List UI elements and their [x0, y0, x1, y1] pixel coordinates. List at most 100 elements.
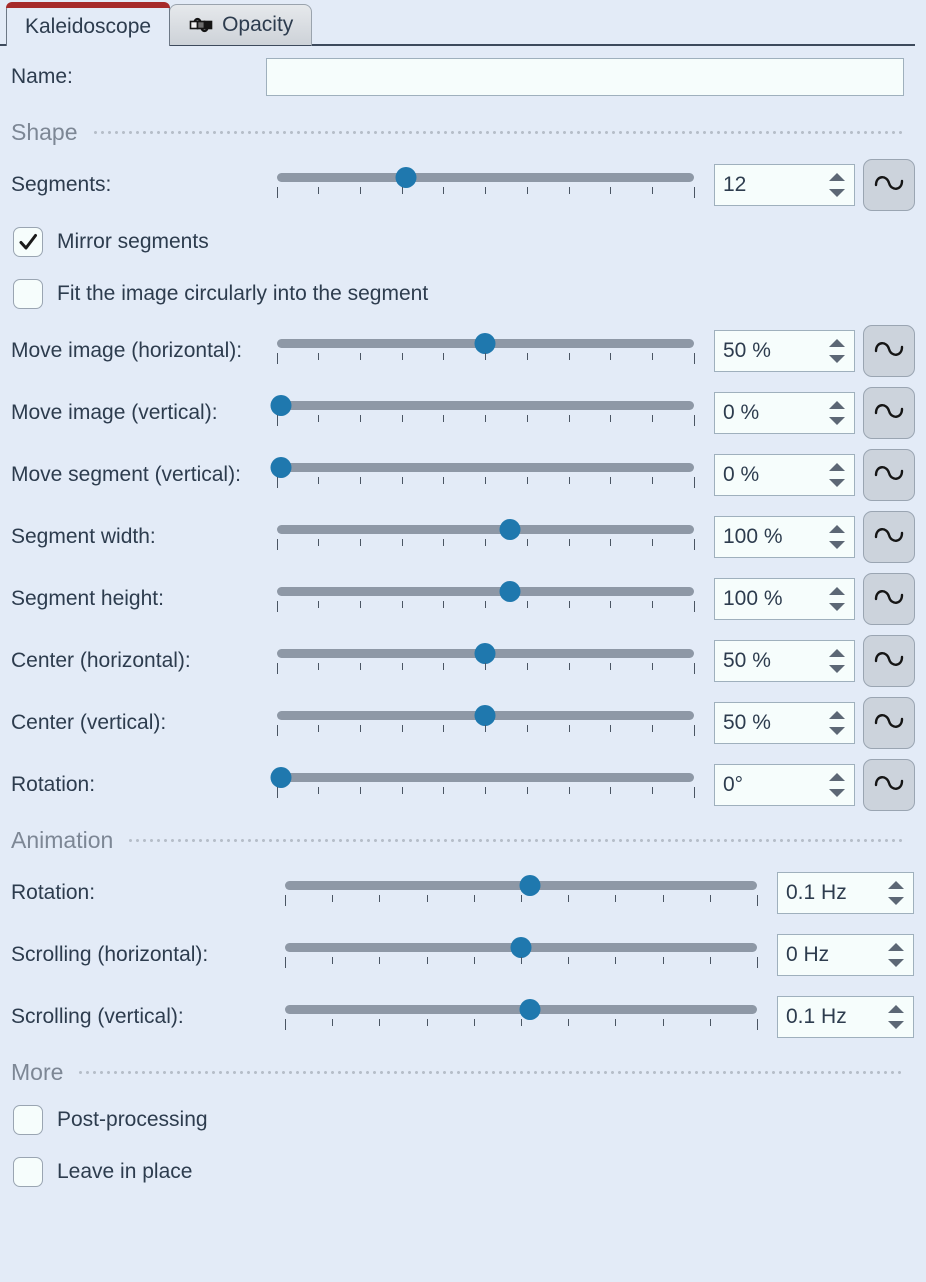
spinner-up-arrow-icon[interactable]: [888, 881, 904, 889]
spinbox-arrows[interactable]: [888, 935, 904, 975]
spinbox-arrows[interactable]: [829, 517, 845, 557]
slider[interactable]: [276, 331, 695, 371]
spinner-up-arrow-icon[interactable]: [888, 943, 904, 951]
slider[interactable]: [276, 165, 695, 205]
spinbox-arrows[interactable]: [888, 997, 904, 1037]
checkbox-leave-in-place[interactable]: [13, 1157, 43, 1187]
sine-wave-icon: [872, 584, 906, 615]
spinbox[interactable]: 0.1 Hz: [777, 872, 914, 914]
sine-wave-button[interactable]: [863, 387, 915, 439]
section-title-animation: Animation: [11, 826, 114, 853]
slider[interactable]: [285, 873, 758, 913]
spinner-down-arrow-icon[interactable]: [829, 665, 845, 673]
slider[interactable]: [276, 641, 695, 681]
slider-handle[interactable]: [270, 395, 292, 416]
spinbox[interactable]: 0 %: [714, 454, 855, 496]
spinner-up-arrow-icon[interactable]: [829, 173, 845, 181]
slider[interactable]: [270, 765, 695, 805]
slider[interactable]: [276, 703, 695, 743]
spinbox-arrows[interactable]: [829, 393, 845, 433]
slider-handle[interactable]: [510, 937, 532, 958]
spinner-down-arrow-icon[interactable]: [888, 959, 904, 967]
spinbox[interactable]: 0.1 Hz: [777, 996, 914, 1038]
sine-wave-button[interactable]: [863, 325, 915, 377]
spinbox-arrows[interactable]: [829, 455, 845, 495]
tab-opacity[interactable]: Opacity: [169, 4, 313, 46]
spinner-down-arrow-icon[interactable]: [829, 355, 845, 363]
spinbox-arrows[interactable]: [829, 331, 845, 371]
checkbox-row-leave-in-place[interactable]: Leave in place: [0, 1146, 915, 1198]
spinbox-arrows[interactable]: [888, 873, 904, 913]
slider-row-shape-2: Move image (vertical): 0 %: [0, 382, 915, 444]
spinner-up-arrow-icon[interactable]: [829, 587, 845, 595]
spinbox[interactable]: 50 %: [714, 702, 855, 744]
spinbox-arrows[interactable]: [829, 703, 845, 743]
slider-row-label: Move image (vertical):: [11, 401, 218, 424]
spinbox-arrows[interactable]: [829, 641, 845, 681]
spinner-up-arrow-icon[interactable]: [829, 711, 845, 719]
spinner-up-arrow-icon[interactable]: [829, 339, 845, 347]
sine-wave-icon: [872, 170, 906, 201]
spinner-down-arrow-icon[interactable]: [829, 417, 845, 425]
tab-kaleidoscope[interactable]: Kaleidoscope: [6, 2, 171, 46]
slider-ticks: [285, 1019, 758, 1031]
spinner-up-arrow-icon[interactable]: [829, 773, 845, 781]
sine-wave-button[interactable]: [863, 449, 915, 501]
slider-handle[interactable]: [499, 581, 521, 602]
spinbox[interactable]: 50 %: [714, 640, 855, 682]
spinner-up-arrow-icon[interactable]: [888, 1005, 904, 1013]
sine-wave-button[interactable]: [863, 573, 915, 625]
spinner-down-arrow-icon[interactable]: [829, 727, 845, 735]
spinner-down-arrow-icon[interactable]: [888, 1021, 904, 1029]
spinbox-arrows[interactable]: [829, 165, 845, 205]
spinbox[interactable]: 50 %: [714, 330, 855, 372]
checkbox-fit-circularly[interactable]: [13, 279, 43, 309]
sine-wave-button[interactable]: [863, 759, 915, 811]
spinner-down-arrow-icon[interactable]: [829, 789, 845, 797]
slider-handle[interactable]: [395, 167, 417, 188]
spinbox[interactable]: 12: [714, 164, 855, 206]
checkbox-row-post-processing[interactable]: Post-processing: [0, 1094, 915, 1146]
sine-wave-button[interactable]: [863, 697, 915, 749]
spinbox[interactable]: 100 %: [714, 578, 855, 620]
spinbox[interactable]: 0°: [714, 764, 855, 806]
spinbox[interactable]: 0 Hz: [777, 934, 914, 976]
slider-handle[interactable]: [474, 333, 496, 354]
spinner-up-arrow-icon[interactable]: [829, 649, 845, 657]
spinner-up-arrow-icon[interactable]: [829, 525, 845, 533]
checkbox-mirror-segments[interactable]: [13, 227, 43, 257]
spinbox[interactable]: 0 %: [714, 392, 855, 434]
spinbox[interactable]: 100 %: [714, 516, 855, 558]
spinbox-arrows[interactable]: [829, 765, 845, 805]
slider-handle[interactable]: [270, 457, 292, 478]
slider-handle[interactable]: [519, 875, 541, 896]
slider[interactable]: [270, 455, 695, 495]
slider[interactable]: [270, 393, 695, 433]
slider-handle[interactable]: [270, 767, 292, 788]
spinner-down-arrow-icon[interactable]: [888, 897, 904, 905]
slider[interactable]: [285, 997, 758, 1037]
spinbox-arrows[interactable]: [829, 579, 845, 619]
checkbox-row-fit-circularly[interactable]: Fit the image circularly into the segmen…: [0, 268, 915, 320]
checkbox-row-mirror-segments[interactable]: Mirror segments: [0, 216, 915, 268]
spinner-down-arrow-icon[interactable]: [829, 189, 845, 197]
slider[interactable]: [276, 579, 695, 619]
slider-track: [276, 401, 694, 410]
slider[interactable]: [285, 935, 758, 975]
spinbox-value: 50 %: [723, 711, 771, 734]
slider-handle[interactable]: [519, 999, 541, 1020]
sine-wave-button[interactable]: [863, 511, 915, 563]
slider-handle[interactable]: [499, 519, 521, 540]
spinner-up-arrow-icon[interactable]: [829, 401, 845, 409]
spinner-down-arrow-icon[interactable]: [829, 541, 845, 549]
slider-handle[interactable]: [474, 705, 496, 726]
spinner-down-arrow-icon[interactable]: [829, 603, 845, 611]
sine-wave-button[interactable]: [863, 159, 915, 211]
spinner-up-arrow-icon[interactable]: [829, 463, 845, 471]
checkbox-post-processing[interactable]: [13, 1105, 43, 1135]
sine-wave-button[interactable]: [863, 635, 915, 687]
spinner-down-arrow-icon[interactable]: [829, 479, 845, 487]
slider-handle[interactable]: [474, 643, 496, 664]
name-input[interactable]: [266, 58, 904, 96]
slider[interactable]: [276, 517, 695, 557]
